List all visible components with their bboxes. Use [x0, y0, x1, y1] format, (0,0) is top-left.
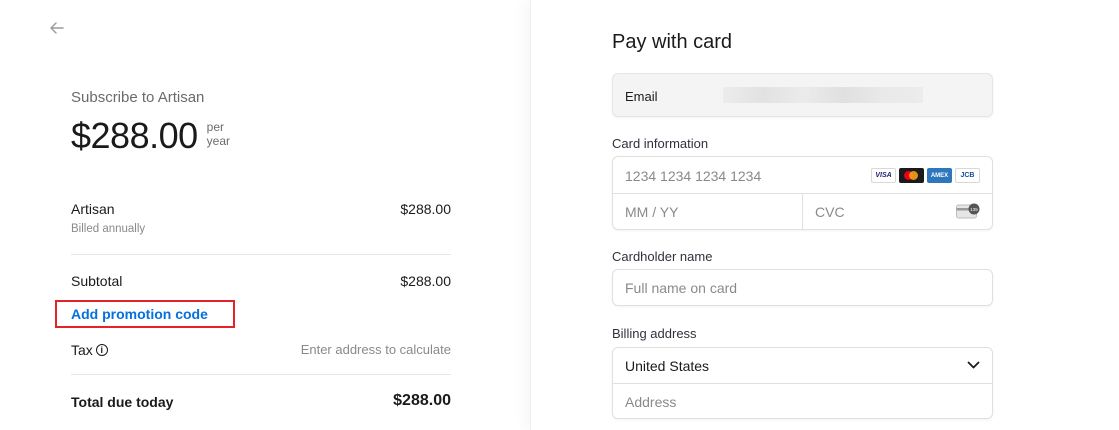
address-input[interactable]: Address	[625, 394, 676, 410]
order-summary-pane: Subscribe to Artisan $288.00 per year Ar…	[0, 0, 530, 430]
back-arrow-icon[interactable]	[48, 19, 66, 37]
item-name: Artisan	[71, 201, 115, 217]
subtotal-amount: $288.00	[400, 273, 451, 289]
divider	[71, 374, 451, 375]
price-period: per year	[207, 120, 230, 148]
subtotal-label: Subtotal	[71, 273, 123, 289]
tax-label-row: Tax i	[71, 342, 108, 358]
subscribe-title: Subscribe to Artisan	[71, 89, 205, 106]
billing-address-label: Billing address	[612, 326, 697, 341]
cardholder-label: Cardholder name	[612, 249, 713, 264]
price-display: $288.00 per year	[71, 116, 230, 156]
info-icon[interactable]: i	[95, 344, 108, 356]
card-info-label: Card information	[612, 136, 709, 151]
item-amount: $288.00	[400, 201, 451, 217]
divider	[71, 254, 451, 255]
payment-pane: Pay with card Email Card information 123…	[530, 0, 1119, 430]
country-select[interactable]: United States	[613, 348, 992, 384]
card-number-placeholder: 1234 1234 1234 1234	[625, 168, 762, 184]
cvc-input[interactable]: CVC 135	[803, 194, 992, 230]
visa-icon: VISA	[871, 168, 896, 183]
cvc-icon-text: 135	[970, 207, 978, 212]
mastercard-icon	[899, 168, 924, 183]
expiry-placeholder: MM / YY	[625, 204, 679, 220]
email-label: Email	[625, 89, 658, 104]
card-number-input[interactable]: 1234 1234 1234 1234 VISA AMEX JCB	[613, 157, 992, 194]
chevron-down-icon	[967, 361, 980, 369]
country-value: United States	[625, 358, 710, 374]
subtotal-row: Subtotal $288.00	[71, 273, 451, 289]
billing-address-group: United States Address	[612, 347, 993, 419]
price-amount: $288.00	[71, 115, 198, 156]
card-information-group: 1234 1234 1234 1234 VISA AMEX JCB MM / Y…	[612, 156, 993, 230]
expiry-input[interactable]: MM / YY	[613, 194, 803, 230]
cardholder-placeholder: Full name on card	[625, 280, 738, 296]
item-billing-note: Billed annually	[71, 223, 146, 235]
email-field[interactable]: Email	[612, 73, 993, 117]
pay-title: Pay with card	[612, 31, 733, 53]
email-value-redacted	[723, 87, 923, 103]
total-label: Total due today	[71, 394, 174, 410]
amex-icon: AMEX	[927, 168, 952, 183]
cvc-placeholder: CVC	[815, 204, 845, 220]
price-period-line2: year	[206, 134, 230, 148]
tax-value: Enter address to calculate	[300, 342, 451, 357]
cardholder-name-input[interactable]: Full name on card	[612, 269, 993, 306]
line-item-artisan: Artisan Billed annually $288.00	[71, 201, 451, 235]
tax-label: Tax	[71, 342, 93, 358]
add-promotion-code-link[interactable]: Add promotion code	[71, 306, 208, 322]
cvc-card-icon: 135	[956, 203, 980, 219]
total-amount: $288.00	[393, 392, 451, 409]
card-brands: VISA AMEX JCB	[871, 168, 980, 183]
jcb-icon: JCB	[955, 168, 980, 183]
price-period-line1: per	[206, 120, 224, 134]
